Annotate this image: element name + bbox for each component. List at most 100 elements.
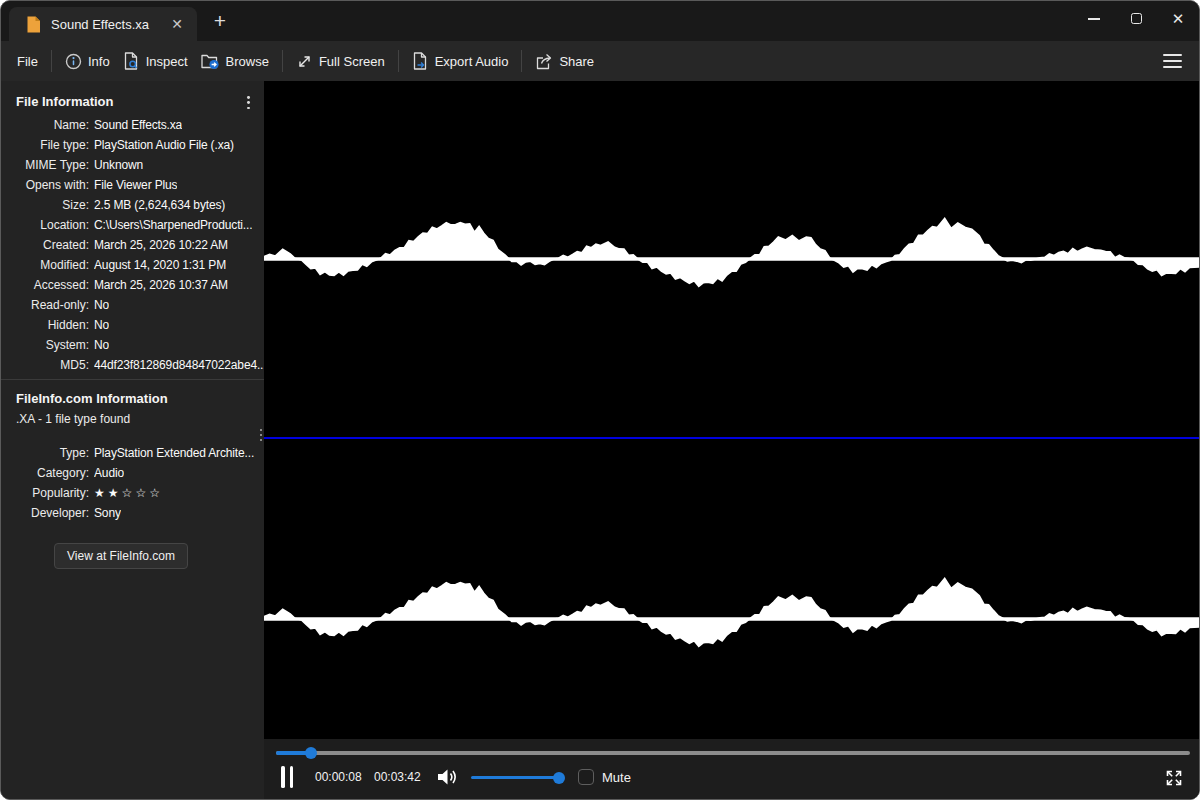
- mute-checkbox[interactable]: [578, 769, 594, 785]
- field-value: Unknown: [94, 158, 143, 172]
- kebab-menu-icon[interactable]: [241, 94, 256, 111]
- field-label: Read-only:: [1, 298, 89, 312]
- current-time: 00:00:08: [315, 770, 362, 784]
- maximize-button[interactable]: [1115, 1, 1157, 35]
- info-row: Created:March 25, 2026 10:22 AM: [1, 235, 264, 255]
- field-value: 44df23f812869d84847022abe4...: [94, 358, 264, 372]
- volume-icon[interactable]: [435, 765, 461, 789]
- seek-bar[interactable]: [276, 751, 1190, 755]
- document-tab[interactable]: Sound Effects.xa ✕: [9, 7, 197, 41]
- inspect-button[interactable]: Inspect: [123, 52, 188, 70]
- share-icon: [535, 53, 553, 70]
- field-label: File type:: [1, 138, 89, 152]
- browse-icon: [201, 53, 220, 70]
- field-value: No: [94, 298, 109, 312]
- field-value: Sound Effects.xa: [94, 118, 182, 132]
- fullscreen-button[interactable]: [1161, 766, 1187, 790]
- export-audio-label: Export Audio: [435, 54, 509, 69]
- field-label: Opens with:: [1, 178, 89, 192]
- info-row: Location: C:\Users\SharpenedProducti...: [1, 215, 264, 235]
- window-controls: ✕: [1073, 1, 1199, 35]
- full-screen-icon: [296, 53, 313, 70]
- share-button[interactable]: Share: [535, 53, 594, 70]
- field-label: Location:: [1, 218, 89, 232]
- share-label: Share: [559, 54, 594, 69]
- content: File Information Name: Sound Effects.xa Fi…: [1, 81, 1199, 799]
- field-value: March 25, 2026 10:22 AM: [94, 238, 228, 252]
- field-value: PlayStation Audio File (.xa): [94, 138, 234, 152]
- titlebar: Sound Effects.xa ✕ + ✕: [1, 1, 1199, 41]
- toolbar-separator: [282, 50, 283, 72]
- new-tab-button[interactable]: +: [207, 9, 233, 35]
- player-controls: 00:00:08 00:03:42 Mute: [264, 739, 1199, 799]
- channel-divider-line: [264, 437, 1199, 439]
- field-value: No: [94, 338, 109, 352]
- full-screen-button[interactable]: Full Screen: [296, 53, 385, 70]
- info-row: Size: 2.5 MB (2,624,634 bytes): [1, 195, 264, 215]
- splitter-grip[interactable]: [260, 429, 262, 441]
- fileinfo-subtitle: .XA - 1 file type found: [16, 411, 264, 427]
- field-label: Category:: [1, 466, 89, 480]
- info-row: Hidden:No: [1, 315, 264, 335]
- menu-button[interactable]: [1163, 54, 1182, 68]
- field-label: Name:: [1, 118, 89, 132]
- file-menu[interactable]: File: [17, 54, 38, 69]
- tab-close-icon[interactable]: ✕: [167, 15, 187, 33]
- info-row: Developer: Sony: [1, 503, 264, 523]
- info-label: Info: [88, 54, 110, 69]
- field-value: March 25, 2026 10:37 AM: [94, 278, 228, 292]
- toolbar: File Info Inspect: [1, 41, 1199, 81]
- toolbar-separator: [398, 50, 399, 72]
- info-button[interactable]: Info: [65, 53, 110, 70]
- app-window: Sound Effects.xa ✕ + ✕ File Info: [0, 0, 1200, 800]
- field-value: Audio: [94, 466, 124, 480]
- volume-handle[interactable]: [553, 772, 565, 784]
- file-information-rows: Name: Sound Effects.xa File type: PlayStati…: [1, 115, 264, 375]
- field-label: MD5:: [1, 358, 89, 372]
- pause-button[interactable]: [281, 766, 293, 788]
- audio-viewer: 00:00:08 00:03:42 Mute: [264, 81, 1199, 799]
- minimize-button[interactable]: [1073, 1, 1115, 35]
- info-row: MD5: 44df23f812869d84847022abe4...: [1, 355, 264, 375]
- field-label: System:: [1, 338, 89, 352]
- field-label: Accessed:: [1, 278, 89, 292]
- browse-button[interactable]: Browse: [201, 53, 269, 70]
- close-icon: ✕: [1172, 11, 1185, 26]
- field-label: Modified:: [1, 258, 89, 272]
- info-row: System: No: [1, 335, 264, 355]
- fileinfo-rows: Type: PlayStation Extended Archite... Cate…: [1, 443, 264, 523]
- info-row: Name: Sound Effects.xa: [1, 115, 264, 135]
- info-icon: [65, 53, 82, 70]
- inspect-label: Inspect: [146, 54, 188, 69]
- export-audio-icon: [412, 52, 429, 70]
- field-label: Popularity:: [1, 486, 89, 500]
- total-time: 00:03:42: [374, 770, 421, 784]
- close-button[interactable]: ✕: [1157, 1, 1199, 35]
- view-at-fileinfo-button[interactable]: View at FileInfo.com: [54, 543, 188, 569]
- field-label: Type:: [1, 446, 89, 460]
- field-value: PlayStation Extended Archite...: [94, 446, 254, 460]
- field-value: 2.5 MB (2,624,634 bytes): [94, 198, 225, 212]
- field-value: No: [94, 318, 109, 332]
- volume-slider[interactable]: [471, 776, 564, 779]
- file-information-header: File Information: [1, 81, 264, 111]
- field-value: Sony: [94, 506, 121, 520]
- toolbar-separator: [51, 50, 52, 72]
- file-information-title: File Information: [16, 94, 114, 110]
- field-label: Developer:: [1, 506, 89, 520]
- file-icon: [26, 16, 41, 33]
- mute-label: Mute: [602, 770, 631, 785]
- browse-label: Browse: [226, 54, 269, 69]
- waveform: [264, 81, 1199, 739]
- info-row: Type: PlayStation Extended Archite...: [1, 443, 264, 463]
- maximize-icon: [1131, 13, 1142, 24]
- pause-icon: [281, 766, 285, 788]
- seek-handle[interactable]: [305, 747, 317, 759]
- field-value: C:\Users\SharpenedProducti...: [94, 218, 252, 232]
- export-audio-button[interactable]: Export Audio: [412, 52, 509, 70]
- pause-icon: [290, 766, 294, 788]
- field-value: File Viewer Plus: [94, 178, 177, 192]
- field-label: Size:: [1, 198, 89, 212]
- info-row: Accessed: March 25, 2026 10:37 AM: [1, 275, 264, 295]
- minimize-icon: [1088, 18, 1100, 20]
